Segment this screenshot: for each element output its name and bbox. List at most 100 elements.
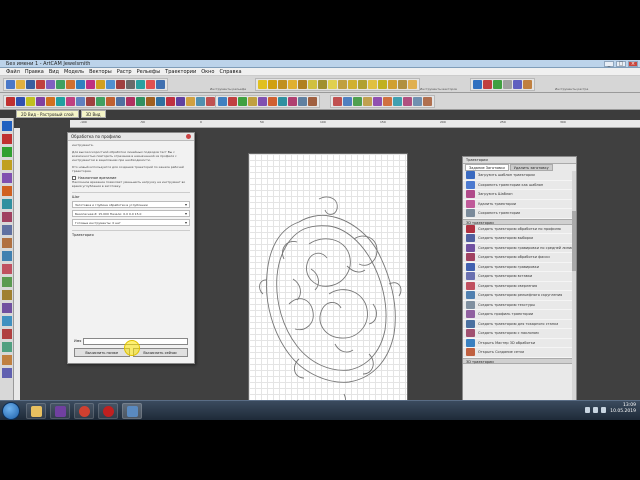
bitmap-paint-icon[interactable]: [483, 80, 492, 89]
vector-offset-icon[interactable]: [338, 80, 347, 89]
relief-smooth-icon[interactable]: [56, 97, 65, 106]
list-item[interactable]: Открыть Создание сетки: [463, 348, 576, 358]
relief-tool-g-icon[interactable]: [278, 97, 287, 106]
relief-tool-e-icon[interactable]: [258, 97, 267, 106]
dialog-row[interactable]: Готовые инструменты: 0 нет ▾: [72, 219, 190, 226]
list-item[interactable]: Создать профиль траектории: [463, 310, 576, 320]
relief-tool-o-icon[interactable]: [373, 97, 382, 106]
spiral-tool-icon[interactable]: [2, 251, 12, 261]
weld-tool-icon[interactable]: [2, 342, 12, 352]
section-header[interactable]: 3D траектории: [463, 357, 576, 364]
relief-texture-icon[interactable]: [66, 97, 75, 106]
taskbar-recorder[interactable]: [98, 403, 118, 419]
chevron-down-icon[interactable]: ▾: [185, 220, 187, 226]
relief-face-icon[interactable]: [146, 97, 155, 106]
chevron-down-icon[interactable]: ▾: [185, 202, 187, 208]
relief-tool-p-icon[interactable]: [383, 97, 392, 106]
zoom-tool-icon[interactable]: [2, 316, 12, 326]
paste-icon[interactable]: [56, 80, 65, 89]
select-tool-icon[interactable]: [2, 121, 12, 131]
relief-tool-k-icon[interactable]: [333, 97, 342, 106]
open-icon[interactable]: [16, 80, 25, 89]
vector-weld-icon[interactable]: [368, 80, 377, 89]
measure-tool-icon[interactable]: [2, 303, 12, 313]
list-item[interactable]: Создать траекторию текстуры: [463, 300, 576, 310]
relief-merge-icon[interactable]: [26, 97, 35, 106]
vector-rect-icon[interactable]: [278, 80, 287, 89]
vector-smooth-icon[interactable]: [398, 80, 407, 89]
redo-icon[interactable]: [76, 80, 85, 89]
relief-tool-s-icon[interactable]: [413, 97, 422, 106]
relief-tool-r-icon[interactable]: [403, 97, 412, 106]
bitmap-select-icon[interactable]: [473, 80, 482, 89]
relief-extrude-icon[interactable]: [186, 97, 195, 106]
menu-help[interactable]: Справка: [220, 68, 242, 75]
list-item[interactable]: Создать траекторию для токарного станка: [463, 319, 576, 329]
relief-tool-b-icon[interactable]: [228, 97, 237, 106]
vector-mirror-icon[interactable]: [348, 80, 357, 89]
bitmap-smooth-icon[interactable]: [523, 80, 532, 89]
relief-tool-m-icon[interactable]: [353, 97, 362, 106]
list-item[interactable]: Загрузить Шаблон: [463, 190, 576, 200]
relief-subtract-icon[interactable]: [16, 97, 25, 106]
rectangle-tool-icon[interactable]: [2, 173, 12, 183]
fill-icon[interactable]: [116, 80, 125, 89]
menu-vectors[interactable]: Векторы: [89, 68, 112, 75]
arc-tool-icon[interactable]: [2, 238, 12, 248]
relief-tool-q-icon[interactable]: [393, 97, 402, 106]
relief-angle-icon[interactable]: [166, 97, 175, 106]
list-item[interactable]: Загрузить шаблон траектории: [463, 171, 576, 181]
compute-now-button[interactable]: Вычислить сейчас: [132, 348, 188, 357]
offset-tool-icon[interactable]: [2, 277, 12, 287]
vector-join-icon[interactable]: [328, 80, 337, 89]
join-tool-icon[interactable]: [2, 368, 12, 378]
relief-reset-icon[interactable]: [96, 97, 105, 106]
relief-scale-icon[interactable]: [36, 97, 45, 106]
list-item[interactable]: Создать траекторию с наклоном: [463, 329, 576, 339]
undo-icon[interactable]: [66, 80, 75, 89]
relief-add-icon[interactable]: [6, 97, 15, 106]
vector-node-icon[interactable]: [268, 80, 277, 89]
relief-clear-icon[interactable]: [106, 97, 115, 106]
relief-tool-f-icon[interactable]: [268, 97, 277, 106]
pen-tool-icon[interactable]: [2, 160, 12, 170]
chevron-down-icon[interactable]: ▾: [185, 211, 187, 217]
list-item[interactable]: Создать траекторию вставки: [463, 272, 576, 282]
dialog-close-icon[interactable]: [186, 134, 191, 139]
view-icon[interactable]: [106, 80, 115, 89]
menu-window[interactable]: Окно: [201, 68, 214, 75]
relief-tool-a-icon[interactable]: [218, 97, 227, 106]
relief-tool-i-icon[interactable]: [298, 97, 307, 106]
node-tool-icon[interactable]: [2, 134, 12, 144]
relief-spin-icon[interactable]: [196, 97, 205, 106]
relief-tool-l-icon[interactable]: [343, 97, 352, 106]
lamp-icon[interactable]: [96, 80, 105, 89]
minimize-button[interactable]: _: [604, 61, 614, 67]
relief-view-icon[interactable]: [116, 97, 125, 106]
save-icon[interactable]: [26, 80, 35, 89]
relief-tool-d-icon[interactable]: [248, 97, 257, 106]
tray-volume-icon[interactable]: [601, 407, 606, 413]
vector-fillet-icon[interactable]: [408, 80, 417, 89]
vector-circle-icon[interactable]: [288, 80, 297, 89]
menu-file[interactable]: Файл: [6, 68, 20, 75]
relief-tool-h-icon[interactable]: [288, 97, 297, 106]
bitmap-fill-icon[interactable]: [493, 80, 502, 89]
vector-star-icon[interactable]: [308, 80, 317, 89]
list-item[interactable]: Создать траекторию гравировки по средней…: [463, 243, 576, 253]
relief-invert-icon[interactable]: [86, 97, 95, 106]
cut-icon[interactable]: [36, 80, 45, 89]
polygon-tool-icon[interactable]: [2, 199, 12, 209]
relief-shape-icon[interactable]: [136, 97, 145, 106]
vector-align-icon[interactable]: [378, 80, 387, 89]
layer-icon[interactable]: [156, 80, 165, 89]
tray-network-icon[interactable]: [593, 407, 598, 413]
list-item[interactable]: Создать траекторию обработки фаски: [463, 253, 576, 263]
relief-tool-j-icon[interactable]: [308, 97, 317, 106]
fill-tool-icon[interactable]: [2, 290, 12, 300]
list-item[interactable]: Создать траекторию гравировки: [463, 262, 576, 272]
menu-model[interactable]: Модель: [64, 68, 84, 75]
tab-2d-view[interactable]: 2D Вид - Растровый слой: [16, 110, 79, 118]
taskbar-visual-studio[interactable]: [50, 403, 70, 419]
clock[interactable]: 13:09 10.05.2019: [610, 403, 636, 415]
